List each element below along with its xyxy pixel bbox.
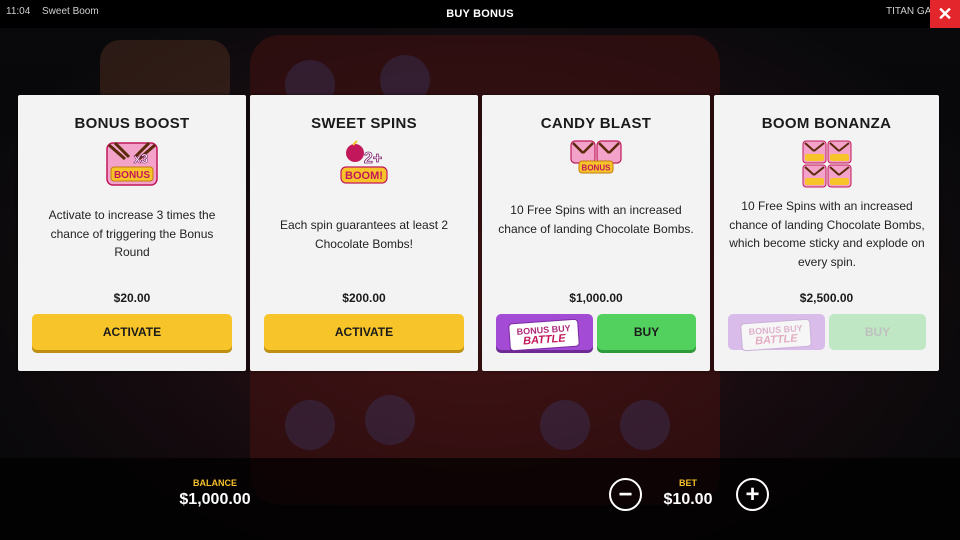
svg-text:2+: 2+ [364,150,382,167]
activate-button[interactable]: ACTIVATE [264,314,464,350]
dialog-title: BUY BONUS [446,8,514,20]
bonus-buy-battle-logo: BONUS BUY BATTLE [740,318,813,352]
candy-blast-badge-icon: BONUS [570,140,622,174]
card-title: CANDY BLAST [540,115,652,132]
balance-label: BALANCE [193,478,237,488]
card-description: Each spin guarantees at least 2 Chocolat… [279,218,449,251]
svg-text:BONUS: BONUS [114,170,150,181]
bonus-buy-battle-logo: BONUS BUY BATTLE [508,318,581,352]
boom-bonanza-badge-icon [802,140,851,188]
card-bonus-boost: BONUS BOOST x3 BONUS Activate to increas… [18,95,246,371]
brand-name: TITAN GA [886,6,930,17]
card-description: 10 Free Spins with an increased chance o… [729,199,925,269]
card-sweet-spins: SWEET SPINS 2+ BOOM! Each spin guarantee… [250,95,478,371]
card-price: $20.00 [113,291,151,305]
card-title: BONUS BOOST [74,115,190,132]
card-price: $2,500.00 [799,291,854,305]
card-title: BOOM BONANZA [761,115,892,132]
card-price: $1,000.00 [569,291,623,305]
buy-button[interactable]: BUY [597,314,696,350]
close-icon: ✕ [937,4,953,24]
activate-button[interactable]: ACTIVATE [32,314,232,350]
bet-value: $10.00 [663,491,713,508]
card-price: $200.00 [342,291,386,305]
card-title: SWEET SPINS [311,115,417,132]
bet-label: BET [679,478,697,488]
minus-icon: − [618,481,633,508]
card-description: 10 Free Spins with an increased chance o… [498,203,694,236]
card-description: Activate to increase 3 times the chance … [48,208,216,259]
bonus-boost-badge-icon: x3 BONUS [106,141,158,186]
svg-text:x3: x3 [134,151,148,166]
top-bar: 11:04 Sweet Boom BUY BONUS TITAN GA ✕ [0,0,960,28]
increase-bet-button[interactable]: + [736,478,769,511]
bonus-buy-battle-button[interactable]: BONUS BUY BATTLE [496,314,593,352]
balance-value: $1,000.00 [179,491,251,508]
bg-symbol [365,395,415,445]
plus-icon: + [745,481,760,508]
buy-button-disabled: BUY [829,314,926,350]
card-candy-blast: CANDY BLAST BONUS 10 Free Spins with an … [482,95,710,371]
close-button[interactable]: ✕ [930,0,960,28]
bg-symbol [285,400,335,450]
bg-symbol [620,400,670,450]
bonus-buy-battle-button-disabled: BONUS BUY BATTLE [728,314,825,352]
bg-symbol [540,400,590,450]
card-boom-bonanza: BOOM BONANZA 10 Free Spins with an incre… [714,95,939,371]
decrease-bet-button[interactable]: − [609,478,642,511]
svg-text:BOOM!: BOOM! [345,170,383,182]
bottom-bar: BALANCE $1,000.00 − BET $10.00 + [0,458,960,540]
svg-text:BONUS: BONUS [582,164,612,173]
sweet-spins-badge-icon: 2+ BOOM! [340,140,388,184]
